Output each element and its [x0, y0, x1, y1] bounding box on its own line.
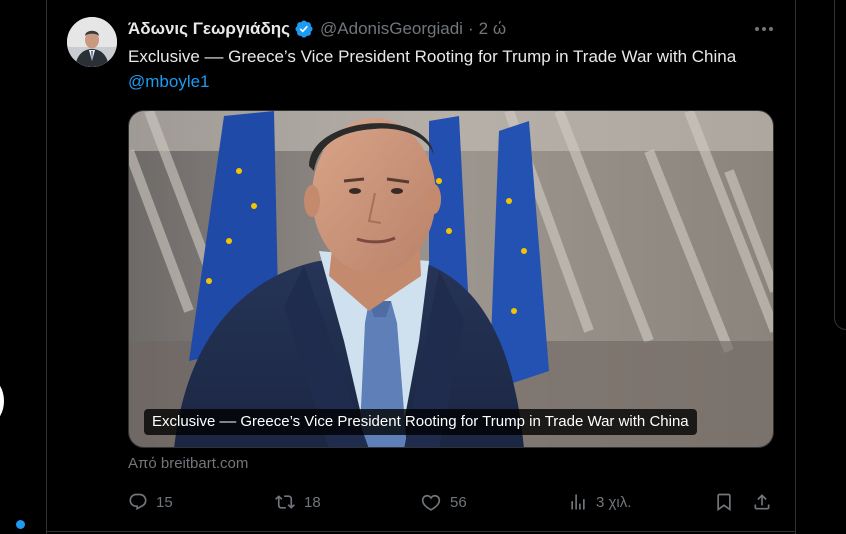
- views-button[interactable]: 3 χιλ.: [568, 490, 631, 514]
- nav-button-partial[interactable]: [0, 380, 4, 422]
- link-card[interactable]: Exclusive –– Greece’s Vice President Roo…: [128, 110, 774, 448]
- right-sidebar-edge: [834, 0, 846, 330]
- tweet-header: Άδωνις Γεωργιάδης @AdonisGeorgiadi · 2 ώ: [128, 18, 506, 40]
- tweet-divider: [47, 531, 795, 532]
- timeline: Άδωνις Γεωργιάδης @AdonisGeorgiadi · 2 ώ…: [0, 0, 846, 534]
- card-source[interactable]: Από breitbart.com: [128, 455, 248, 472]
- heart-icon: [421, 494, 441, 511]
- avatar[interactable]: [67, 17, 117, 67]
- author-name[interactable]: Άδωνις Γεωργιάδης: [128, 19, 290, 39]
- author-handle[interactable]: @AdonisGeorgiadi: [320, 19, 463, 39]
- tweet-text: Exclusive –– Greece’s Vice President Roo…: [128, 44, 778, 94]
- retweet-count: 18: [304, 493, 321, 511]
- action-bar: 15 18 56 3 χιλ.: [128, 490, 778, 514]
- separator-dot: ·: [467, 19, 474, 38]
- card-image: [129, 111, 773, 447]
- share-upload-icon: [754, 494, 770, 510]
- share-button[interactable]: [752, 490, 772, 514]
- bookmark-icon: [717, 493, 731, 512]
- like-count: 56: [450, 493, 467, 511]
- mention-link[interactable]: @mboyle1: [128, 72, 210, 91]
- reply-button[interactable]: 15: [128, 490, 173, 514]
- timestamp[interactable]: 2 ώ: [479, 19, 506, 39]
- card-title: Exclusive –– Greece’s Vice President Roo…: [144, 409, 697, 435]
- bookmark-button[interactable]: [714, 490, 734, 514]
- tweet-body: Exclusive –– Greece’s Vice President Roo…: [128, 47, 737, 66]
- like-button[interactable]: 56: [420, 490, 467, 514]
- view-count: 3 χιλ.: [596, 493, 632, 511]
- bar-chart-icon: [571, 494, 585, 510]
- reply-bubble-icon: [129, 493, 147, 511]
- reply-count: 15: [156, 493, 173, 511]
- column-border-right: [795, 0, 796, 534]
- retweet-icon: [275, 495, 295, 509]
- notification-dot: [16, 520, 25, 529]
- more-dots-icon[interactable]: [752, 20, 776, 38]
- column-border-left: [46, 0, 47, 534]
- verified-badge-icon: [294, 19, 314, 39]
- retweet-button[interactable]: 18: [274, 490, 321, 514]
